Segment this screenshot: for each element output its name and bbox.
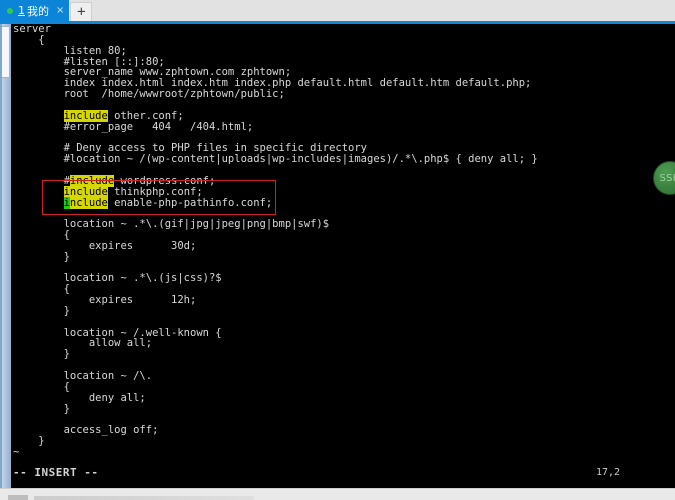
taskbar-ghost-icon xyxy=(8,495,28,500)
editor-line: #location ~ /(wp-content|uploads|wp-incl… xyxy=(13,153,538,166)
tab-title-label: 我的 xyxy=(27,4,49,18)
editor-line: deny all; xyxy=(13,391,146,404)
editor-line: } xyxy=(13,304,70,317)
editor-line: expires 30d; xyxy=(13,239,197,252)
taskbar-ghost-text xyxy=(34,496,254,500)
editor-line: } xyxy=(13,435,45,448)
editor-line: include other.conf; xyxy=(63,109,184,122)
terminal-body: server { listen 80; #listen [::]:80; ser… xyxy=(0,24,675,488)
search-match-highlight: include xyxy=(63,185,108,198)
editor-line: root /home/wwwroot/zphtown/public; xyxy=(13,88,285,101)
editor-line: allow all; xyxy=(13,337,153,350)
editor-line: server xyxy=(13,24,51,35)
tab-bar-empty-area xyxy=(92,2,675,21)
tab-index-label: 1 xyxy=(18,4,25,17)
window-left-edge xyxy=(0,24,2,488)
editor-line: location ~ .*\.(gif|jpg|jpeg|png|bmp|swf… xyxy=(13,218,330,231)
search-match-highlight: include xyxy=(63,109,108,122)
editor-line: include enable-php-pathinfo.conf; xyxy=(63,196,273,209)
editor-cursor: i xyxy=(63,196,70,209)
editor-line: ~ xyxy=(13,445,20,458)
editor-line: include thinkphp.conf; xyxy=(63,185,203,198)
tab-session-1[interactable]: 1 我的 × xyxy=(0,0,70,21)
scrollbar-thumb[interactable] xyxy=(1,26,10,78)
vim-mode-indicator: -- INSERT -- xyxy=(13,466,99,479)
terminal-window: 1 我的 × + server { listen 80; #listen [::… xyxy=(0,0,675,500)
editor-line: #error_page 404 /404.html; xyxy=(13,120,254,133)
editor-line: location ~ /\. xyxy=(13,370,153,382)
editor-line: } xyxy=(13,250,70,263)
close-icon[interactable]: × xyxy=(56,5,64,16)
new-tab-button[interactable]: + xyxy=(70,2,93,21)
tab-bar: 1 我的 × + xyxy=(0,0,675,21)
editor-line: } xyxy=(13,402,70,415)
editor-line: access_log off; xyxy=(13,424,159,437)
editor-line: } xyxy=(13,348,70,361)
editor-line: expires 12h; xyxy=(13,294,197,307)
vim-status-line: -- INSERT -- 17,2 xyxy=(13,466,673,482)
vim-editor-viewport[interactable]: server { listen 80; #listen [::]:80; ser… xyxy=(11,24,675,488)
connection-status-dot-icon xyxy=(7,7,13,14)
cursor-position-indicator: 17,2 xyxy=(596,467,621,478)
search-match-highlight: include xyxy=(69,174,115,187)
editor-line: listen 80; xyxy=(13,44,127,57)
editor-line: location ~ .*\.(js|css)?$ xyxy=(13,272,222,285)
search-match-highlight: nclude xyxy=(69,196,108,209)
